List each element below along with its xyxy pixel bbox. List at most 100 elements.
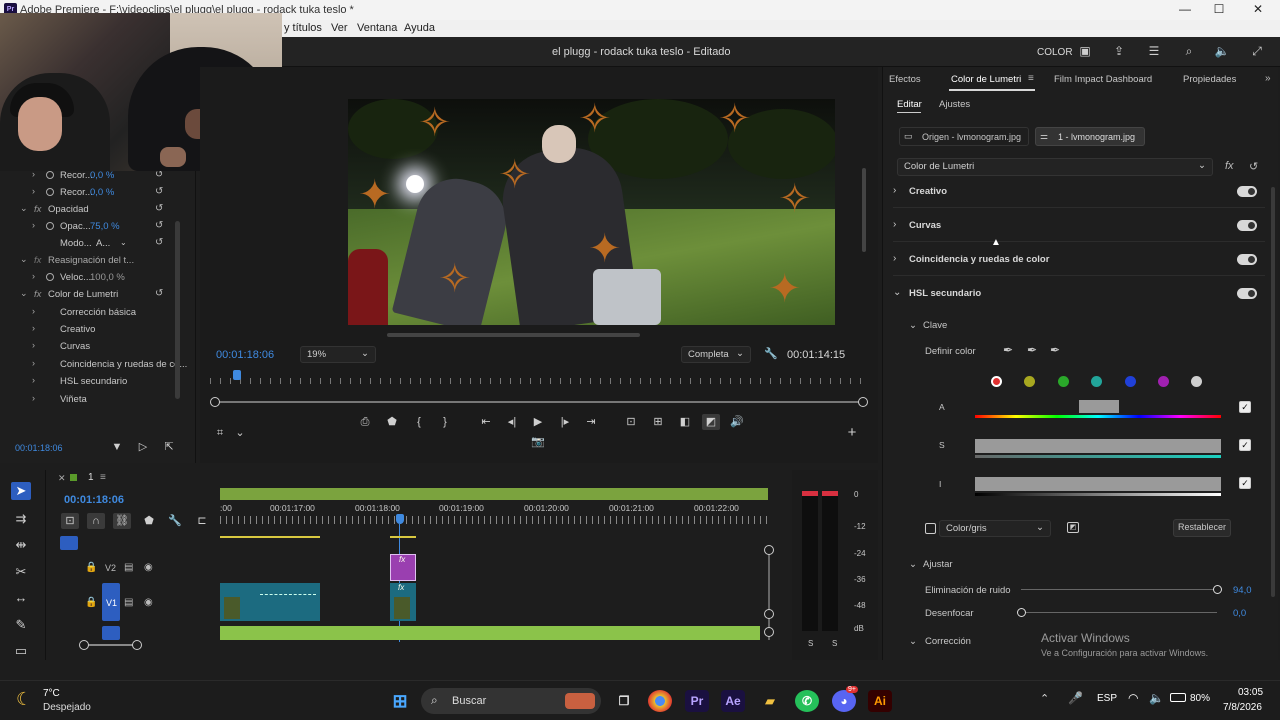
track-v3-target[interactable]	[60, 536, 78, 550]
ripple-edit-icon[interactable]: ⇹	[11, 536, 31, 554]
wifi-icon[interactable]: ◠	[1128, 691, 1138, 705]
scroll-handle-bottom[interactable]	[764, 627, 774, 637]
lock-icon[interactable]: 🔒	[85, 562, 97, 573]
selection-tool-icon[interactable]: ➤	[11, 482, 31, 500]
mark-out-icon[interactable]: }	[436, 414, 454, 430]
workspace-label[interactable]: COLOR	[1037, 47, 1073, 58]
luminance-checkbox[interactable]: ✓	[1239, 477, 1251, 489]
battery-icon[interactable]	[1170, 693, 1186, 702]
color-swatch-yellow[interactable]	[1024, 376, 1035, 387]
tray-chevron-up-icon[interactable]: ⌃	[1040, 692, 1049, 705]
effect-row[interactable]: › Viñeta	[0, 392, 180, 409]
add-marker-icon[interactable]: ⬟	[140, 513, 158, 529]
share-icon[interactable]: ⇪	[1110, 44, 1128, 60]
safe-margins-icon[interactable]: ⌗	[211, 425, 229, 441]
tab-propiedades[interactable]: Propiedades	[1183, 74, 1236, 85]
toggle-sync-icon[interactable]: ▤	[124, 562, 133, 573]
ajustar-label[interactable]: Ajustar	[923, 559, 953, 570]
compare-icon[interactable]: ◧	[676, 414, 694, 430]
desenfocar-slider[interactable]	[1021, 612, 1217, 613]
weather-moon-icon[interactable]: ☾	[16, 689, 32, 710]
premiere-icon[interactable]: Pr	[685, 690, 709, 712]
file-explorer-icon[interactable]: ▰	[758, 690, 782, 712]
hue-checkbox[interactable]: ✓	[1239, 401, 1251, 413]
eyedropper-remove-icon[interactable]: ✒	[1050, 343, 1060, 357]
tab-menu-icon[interactable]: ≡	[1028, 73, 1034, 84]
color-swatch-blue[interactable]	[1125, 376, 1136, 387]
time-ruler[interactable]	[220, 516, 768, 524]
tab-efectos[interactable]: Efectos	[889, 74, 921, 85]
effect-row[interactable]: Modo... A... ⌄ ↺	[0, 236, 180, 253]
step-back-icon[interactable]: ◂|	[503, 414, 521, 430]
menu-item-ventana[interactable]: Ventana	[357, 22, 397, 34]
snap-icon[interactable]: ⊡	[61, 513, 79, 529]
effect-row[interactable]: › HSL secundario	[0, 374, 180, 391]
chevron-down-icon[interactable]: ⌄	[909, 636, 917, 647]
zoom-handle-left[interactable]	[210, 397, 220, 407]
rectangle-icon[interactable]: ▭	[11, 642, 31, 660]
microphone-icon[interactable]: 🎤	[1068, 691, 1083, 705]
section-toggle[interactable]	[1237, 220, 1257, 231]
weather-temp[interactable]: 7°C	[43, 688, 60, 699]
eye-icon[interactable]: ◉	[144, 562, 153, 573]
pen-icon[interactable]: ✎	[11, 616, 31, 634]
color-swatch-magenta[interactable]	[1158, 376, 1169, 387]
meter-solo-button[interactable]: S	[832, 639, 837, 648]
effect-row[interactable]: ⌄ fx Opacidad ↺	[0, 202, 180, 219]
play-icon[interactable]: ▶	[529, 414, 547, 430]
chrome-icon[interactable]	[648, 690, 672, 712]
discord-icon[interactable]: ◕	[832, 690, 856, 712]
luminance-range-slider[interactable]	[975, 477, 1221, 491]
color-swatch-red[interactable]	[991, 376, 1002, 387]
camera-icon[interactable]: 📷	[529, 434, 547, 450]
section-hsl-secundario[interactable]: ⌄ HSL secundario	[893, 277, 1265, 310]
hue-range-slider[interactable]	[975, 415, 1221, 418]
whatsapp-icon[interactable]: ✆	[795, 690, 819, 712]
chevron-down-icon[interactable]: ⌄	[909, 559, 917, 570]
fx-toggle-icon[interactable]: fx	[1225, 160, 1234, 172]
sequence-menu-icon[interactable]: ≡	[100, 472, 106, 483]
magnet-icon[interactable]: ∩	[87, 513, 105, 529]
timeline-clip-audio[interactable]	[220, 626, 760, 640]
zoom-select[interactable]: 19% ⌄	[300, 346, 376, 363]
minimize-button[interactable]: —	[1170, 2, 1200, 16]
captions-icon[interactable]: ⊏	[193, 513, 211, 529]
clock-date[interactable]: 7/8/2026	[1223, 702, 1262, 713]
color-swatch-gray[interactable]	[1191, 376, 1202, 387]
program-current-timecode[interactable]: 00:01:18:06	[216, 349, 274, 361]
go-to-out-icon[interactable]: ⇥	[582, 414, 600, 430]
saturation-range-slider[interactable]	[975, 439, 1221, 453]
zoom-handle-right[interactable]	[132, 640, 142, 650]
reset-icon[interactable]: ↺	[1249, 160, 1258, 173]
subtab-editar[interactable]: Editar	[897, 99, 922, 110]
after-effects-icon[interactable]: Ae	[721, 690, 745, 712]
correccion-label[interactable]: Corrección	[925, 636, 971, 647]
track-select-icon[interactable]: ⇉	[11, 510, 31, 528]
timeline-clip-v2-adjustment[interactable]: fx	[390, 554, 416, 581]
eliminacion-ruido-value[interactable]: 94,0	[1233, 585, 1252, 596]
overwrite-icon[interactable]: ⊞	[649, 414, 667, 430]
section-toggle[interactable]	[1237, 186, 1257, 197]
close-button[interactable]: ✕	[1243, 2, 1273, 16]
eye-icon[interactable]: ◉	[144, 597, 153, 608]
effect-select[interactable]: Color de Lumetri ⌄	[897, 158, 1213, 176]
illustrator-icon[interactable]: Ai	[868, 690, 892, 712]
play-audio-icon[interactable]: ▷	[134, 439, 152, 455]
proxy-toggle-icon[interactable]: ◩	[702, 414, 720, 430]
section-creativo[interactable]: › Creativo	[893, 175, 1265, 208]
linked-selection-icon[interactable]: ⛓	[113, 513, 131, 529]
menu-item-ver[interactable]: Ver	[331, 22, 348, 34]
toggle-sync-icon[interactable]: ▤	[124, 597, 133, 608]
chevron-down-icon[interactable]: ⌄	[231, 425, 249, 441]
timeline-clip-v1-b[interactable]: fx	[390, 583, 416, 621]
hue-range-selection[interactable]	[1079, 400, 1119, 413]
wrench-icon[interactable]: 🔧	[762, 346, 780, 362]
color-gris-checkbox[interactable]	[925, 523, 936, 534]
menu-item-ayuda[interactable]: Ayuda	[404, 22, 435, 34]
effect-row[interactable]: › Coincidencia y ruedas de co...	[0, 357, 187, 374]
saturation-checkbox[interactable]: ✓	[1239, 439, 1251, 451]
panel-layout-icon[interactable]: ▣	[1076, 44, 1094, 60]
section-toggle[interactable]	[1237, 288, 1257, 299]
menu-item-titulos[interactable]: y títulos	[284, 22, 322, 34]
add-button-icon[interactable]: +	[843, 425, 861, 441]
